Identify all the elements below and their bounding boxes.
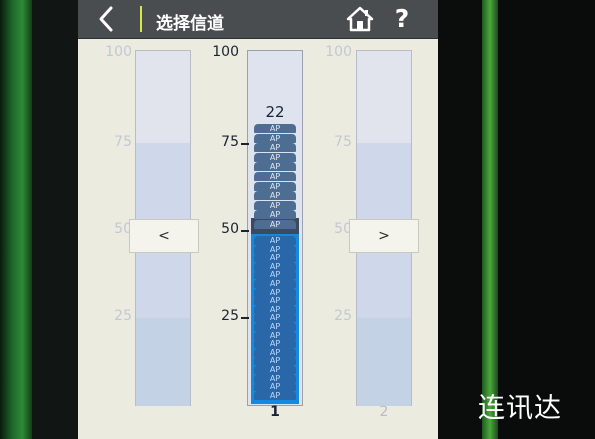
device-bezel-right [482,0,498,439]
ap-marker: AP [254,200,296,210]
ap-marker: AP [254,152,296,162]
tick-label-mid-25: 25 [221,308,239,324]
tick-label-mid-100: 100 [212,44,239,60]
tick-mark [241,317,249,319]
channel-number-right: 2 [379,404,389,420]
tick-label-left-50: 50 [114,221,132,237]
tick-label-right-75: 75 [334,134,352,150]
ap-marker: AP [254,279,296,288]
device-screen: 选择信道 ? 100 75 50 25 100 75 50 25 22 AP AP… [78,0,438,439]
ap-marker: AP [254,124,296,133]
ap-marker: AP [254,382,296,392]
page-title: 选择信道 [156,14,224,34]
next-channel-button[interactable]: > [349,219,419,253]
ap-marker: AP [254,191,296,201]
ap-marker: AP [254,365,296,374]
tick-mark [241,143,249,145]
tick-label-mid-50: 50 [221,221,239,237]
tick-label-left-75: 75 [114,134,132,150]
tick-label-right-100: 100 [325,44,352,60]
title-bar: 选择信道 ? [78,0,438,39]
tick-label-mid-75: 75 [221,134,239,150]
ap-marker: AP [254,210,296,220]
tick-label-right-25: 25 [334,308,352,324]
device-bezel-left [0,0,32,439]
ap-marker: AP [254,296,296,306]
ap-marker: AP [254,162,296,172]
home-icon[interactable] [346,6,374,32]
ap-marker: AP [254,390,296,400]
channel-number-selected: 1 [270,404,280,420]
help-icon[interactable]: ? [390,4,414,34]
device-bezel-inner-left [32,0,78,439]
ap-marker: AP [254,133,296,143]
tick-label-left-25: 25 [114,308,132,324]
previous-channel-button[interactable]: < [129,219,199,253]
tick-mark [241,230,249,232]
tick-label-left-100: 100 [105,44,132,60]
ap-marker: AP [254,181,296,191]
column-fill-lower [136,318,190,406]
tick-label-right-50: 50 [334,221,352,237]
ap-marker: AP [254,236,296,245]
back-arrow-icon[interactable] [92,4,122,34]
watermark-text: 连讯达 [478,393,562,424]
ap-marker: AP [254,172,296,181]
ap-marker: AP [254,253,296,263]
ap-count-label: 22 [265,103,285,121]
title-divider [140,6,142,32]
column-fill-lower [357,318,411,406]
device-bezel-outer-right [498,0,595,439]
ap-marker: AP [254,339,296,349]
ap-marker: AP [254,220,296,229]
ap-marker: AP [254,322,296,331]
ap-marker: AP [254,143,296,153]
